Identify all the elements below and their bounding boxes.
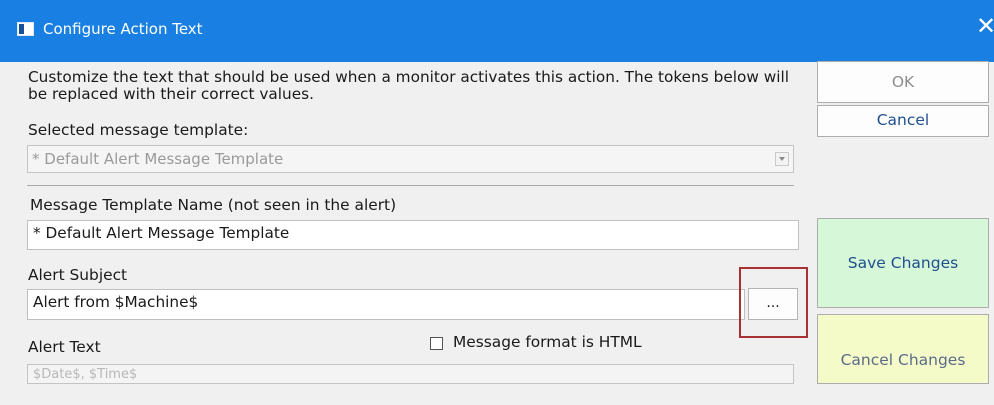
alert-subject-input[interactable]: Alert from $Machine$ <box>27 289 745 320</box>
window-title: Configure Action Text <box>43 20 203 38</box>
dropdown-arrow-icon[interactable] <box>775 152 789 166</box>
divider <box>27 185 794 186</box>
template-name-input[interactable]: * Default Alert Message Template <box>27 220 799 250</box>
html-format-label: Message format is HTML <box>453 333 642 351</box>
window-app-icon <box>17 22 34 36</box>
highlight-box <box>739 267 808 338</box>
alert-text-area[interactable]: $Date$, $Time$ <box>27 364 794 384</box>
template-name-label: Message Template Name (not seen in the a… <box>30 196 397 214</box>
cancel-button[interactable]: Cancel <box>817 105 989 137</box>
close-icon[interactable]: ✕ <box>976 14 994 38</box>
html-format-checkbox[interactable] <box>430 337 443 350</box>
alert-text-value: $Date$, $Time$ <box>33 367 138 382</box>
template-select[interactable]: * Default Alert Message Template <box>27 145 794 173</box>
alert-text-label: Alert Text <box>28 338 101 356</box>
description-text: Customize the text that should be used w… <box>28 68 789 103</box>
template-name-value: * Default Alert Message Template <box>33 224 290 242</box>
alert-subject-label: Alert Subject <box>28 266 128 284</box>
save-changes-button[interactable]: Save Changes <box>817 218 989 308</box>
template-select-value: * Default Alert Message Template <box>32 150 284 168</box>
title-bar: Configure Action Text ✕ <box>0 0 994 62</box>
alert-subject-value: Alert from $Machine$ <box>33 293 199 311</box>
ok-button[interactable]: OK <box>817 61 989 103</box>
template-select-label: Selected message template: <box>28 121 249 139</box>
